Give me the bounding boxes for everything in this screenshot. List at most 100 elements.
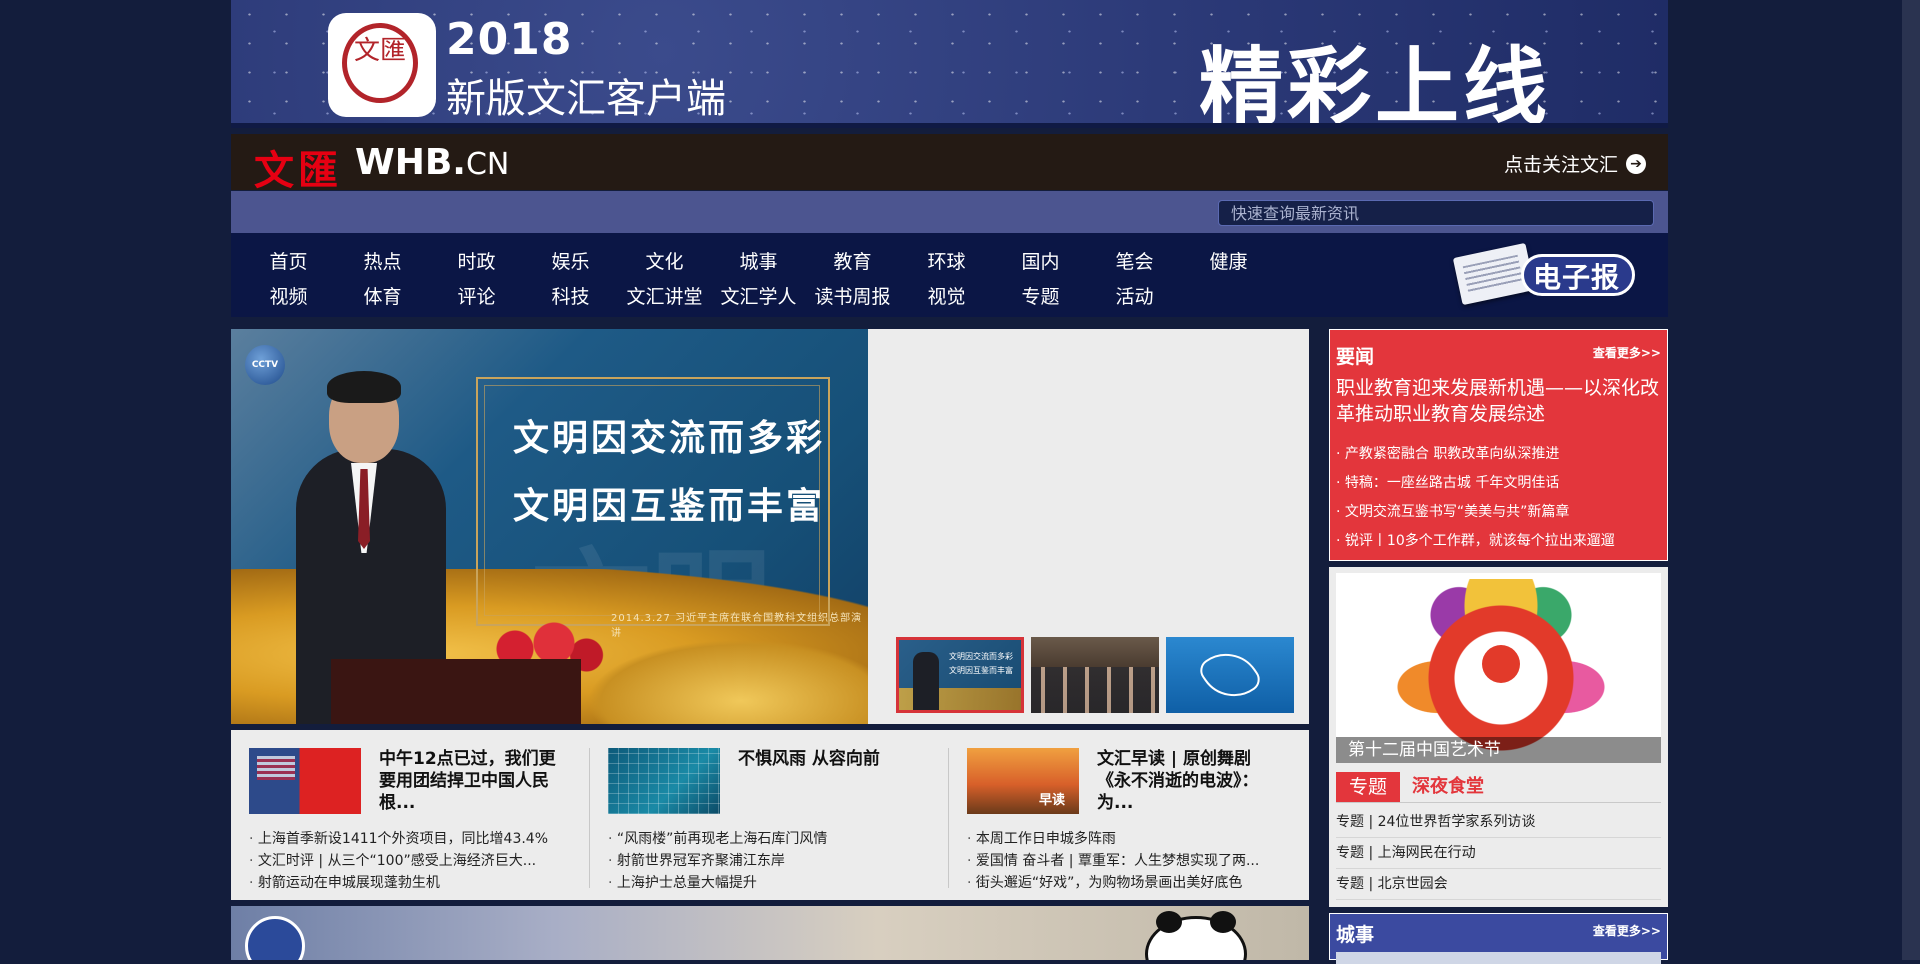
- news-heading: 要闻: [1336, 346, 1375, 368]
- topics-box: 第十二届中国艺术节 专题 深夜食堂 专题 | 24位世界哲学家系列访谈 专题 |…: [1329, 567, 1668, 907]
- list-item[interactable]: 文汇时评 | 从三个“100”感受上海经济巨大...: [249, 850, 579, 872]
- nav-item-events[interactable]: 活动: [1087, 282, 1182, 309]
- nav-item-entertainment[interactable]: 娱乐: [523, 247, 618, 274]
- headline-panel: 中午12点已过，我们更要用团结捍卫中国人民根... 上海首季新设1411个外资项…: [231, 730, 1309, 900]
- headline-title[interactable]: 文汇早读 | 原创舞剧《永不消逝的电波》：为...: [1097, 748, 1282, 814]
- lotus-icon: [1482, 645, 1520, 683]
- news-more-link[interactable]: 查看更多>>: [1593, 344, 1661, 361]
- slide-thumb-2[interactable]: [1031, 637, 1159, 713]
- list-item[interactable]: 射箭世界冠军齐聚浦江东岸: [608, 850, 938, 872]
- hero-line-2: 文明因互鉴而丰富: [513, 485, 826, 527]
- search-input[interactable]: [1218, 200, 1654, 226]
- thumb-crowd: [1031, 667, 1159, 713]
- city-more-link[interactable]: 查看更多>>: [1593, 922, 1661, 939]
- list-item[interactable]: 锐评丨10多个工作群，就该每个拉出来遛遛: [1336, 527, 1615, 556]
- banner-edge: [231, 123, 1668, 128]
- art-festival-image[interactable]: [1336, 573, 1661, 763]
- hero-gold-wave-2: [561, 629, 868, 724]
- follow-label: 点击关注文汇: [1503, 154, 1618, 176]
- headline-column-1: 中午12点已过，我们更要用团结捍卫中国人民根... 上海首季新设1411个外资项…: [249, 748, 579, 898]
- epaper-label: 电子报: [1533, 261, 1621, 294]
- hero-line-1: 文明因交流而多彩: [513, 417, 826, 459]
- nav-item-opinion[interactable]: 评论: [429, 282, 524, 309]
- list-item[interactable]: 特稿：一座丝路古城 千年文明佳话: [1336, 469, 1615, 498]
- list-item[interactable]: 专题 | 24位世界哲学家系列访谈: [1336, 807, 1661, 838]
- podium: [331, 659, 581, 724]
- list-item[interactable]: 街头邂逅“好戏”，为购物场景画出美好底色: [967, 872, 1297, 894]
- headline-title[interactable]: 中午12点已过，我们更要用团结捍卫中国人民根...: [379, 748, 564, 814]
- topic-list: 专题 | 24位世界哲学家系列访谈 专题 | 上海网民在行动 专题 | 北京世园…: [1336, 807, 1661, 900]
- city-news-box: 城事 查看更多>>: [1329, 913, 1668, 964]
- tab-late-night-canteen[interactable]: 深夜食堂: [1412, 772, 1484, 802]
- logo-english[interactable]: WHB.CN: [355, 142, 509, 183]
- morning-read-image[interactable]: [967, 748, 1079, 814]
- nav-item-politics[interactable]: 时政: [429, 247, 524, 274]
- banner-promo: 精彩上线: [1199, 38, 1552, 128]
- expo-banner[interactable]: [231, 906, 1309, 960]
- nav-item-lecture[interactable]: 文汇讲堂: [617, 282, 712, 309]
- app-icon: 文匯: [328, 13, 436, 117]
- festival-caption[interactable]: 第十二届中国艺术节: [1336, 737, 1661, 763]
- nav-item-video[interactable]: 视频: [241, 282, 336, 309]
- list-item[interactable]: 射箭运动在申城展现蓬勃生机: [249, 872, 579, 894]
- nav-item-bihui[interactable]: 笔会: [1087, 247, 1182, 274]
- topic-tabs: 专题 深夜食堂: [1336, 772, 1661, 803]
- wenhui-seal-icon: 文匯: [342, 23, 418, 103]
- thumb-person: [913, 652, 939, 710]
- headline-list: 本周工作日申城多阵雨 爱国情 奋斗者 | 覃重军：人生梦想实现了两... 街头邂…: [967, 828, 1297, 894]
- hero-date: 2014.3.27 习近平主席在联合国教科文组织总部演讲: [611, 613, 863, 639]
- list-item[interactable]: 文明交流互鉴书写“美美与共”新篇章: [1336, 498, 1615, 527]
- slide-thumb-1[interactable]: 文明因交流而多彩 文明因互鉴而丰富: [896, 637, 1024, 713]
- nav-item-city[interactable]: 城事: [711, 247, 806, 274]
- thumb-line-2: 文明因互鉴而丰富: [949, 666, 1013, 675]
- tab-topics[interactable]: 专题: [1336, 772, 1400, 802]
- list-item[interactable]: 专题 | 上海网民在行动: [1336, 838, 1661, 869]
- nav-item-sports[interactable]: 体育: [335, 282, 430, 309]
- telephone-icon: [1195, 639, 1265, 711]
- hero-image[interactable]: 文明 文明因交流而多彩 文明因互鉴而丰富 2014.3.27 习近平主席在联合国…: [231, 329, 868, 724]
- expo-logo-icon: [245, 916, 305, 960]
- nav-item-home[interactable]: 首页: [241, 247, 336, 274]
- cctv-logo-icon: CCTV: [245, 345, 285, 385]
- nav-item-hot[interactable]: 热点: [335, 247, 430, 274]
- app-promo-banner[interactable]: 文匯 2018 新版文汇客户端 精彩上线: [231, 0, 1668, 128]
- nav-item-visual[interactable]: 视觉: [899, 282, 994, 309]
- nav-item-education[interactable]: 教育: [805, 247, 900, 274]
- nav-item-tech[interactable]: 科技: [523, 282, 618, 309]
- follow-link[interactable]: 点击关注文汇 ➔: [1504, 150, 1646, 177]
- logo-en-suffix: CN: [465, 147, 510, 182]
- list-item[interactable]: 本周工作日申城多阵雨: [967, 828, 1297, 850]
- list-item[interactable]: 爱国情 奋斗者 | 覃重军：人生梦想实现了两...: [967, 850, 1297, 872]
- nav-item-world[interactable]: 环球: [899, 247, 994, 274]
- column-divider: [589, 748, 590, 888]
- nav-item-book-weekly[interactable]: 读书周报: [805, 282, 900, 309]
- list-item[interactable]: 专题 | 北京世园会: [1336, 869, 1661, 900]
- nav-item-culture[interactable]: 文化: [617, 247, 712, 274]
- list-item[interactable]: 上海护士总量大幅提升: [608, 872, 938, 894]
- slide-thumb-3[interactable]: [1166, 637, 1294, 713]
- nav-item-scholar[interactable]: 文汇学人: [711, 282, 806, 309]
- nav-item-health[interactable]: 健康: [1181, 247, 1276, 274]
- page-scrollbar[interactable]: [1902, 0, 1920, 960]
- headline-list: “风雨楼”前再现老上海石库门风情 射箭世界冠军齐聚浦江东岸 上海护士总量大幅提升: [608, 828, 938, 894]
- site-header: 文匯 WHB.CN 点击关注文汇 ➔: [231, 134, 1668, 194]
- banner-subtitle: 新版文汇客户端: [446, 76, 726, 122]
- logo-en-main: WHB.: [355, 142, 466, 183]
- epaper-button[interactable]: 电子报: [1452, 242, 1639, 306]
- list-item[interactable]: 上海首季新设1411个外资项目，同比增43.4%: [249, 828, 579, 850]
- arrow-right-icon: ➔: [1626, 153, 1646, 174]
- thumb-line-1: 文明因交流而多彩: [949, 652, 1013, 661]
- us-china-flags-image[interactable]: [249, 748, 361, 814]
- top-news-box: 要闻 查看更多>> 职业教育迎来发展新机遇——以深化改革推动职业教育发展综述 产…: [1329, 329, 1668, 561]
- logo-chinese[interactable]: 文匯: [254, 138, 342, 196]
- hero-slideshow: 文明 文明因交流而多彩 文明因互鉴而丰富 2014.3.27 习近平主席在联合国…: [231, 329, 1309, 724]
- list-item[interactable]: “风雨楼”前再现老上海石库门风情: [608, 828, 938, 850]
- thumb-text: 文明因交流而多彩 文明因互鉴而丰富: [949, 650, 1013, 678]
- news-lead-link[interactable]: 职业教育迎来发展新机遇——以深化改革推动职业教育发展综述: [1336, 375, 1661, 427]
- nav-item-topics[interactable]: 专题: [993, 282, 1088, 309]
- headline-column-3: 文汇早读 | 原创舞剧《永不消逝的电波》：为... 本周工作日申城多阵雨 爱国情…: [967, 748, 1297, 898]
- headline-title[interactable]: 不惧风雨 从容向前: [738, 748, 923, 770]
- list-item[interactable]: 产教紧密融合 职教改革向纵深推进: [1336, 440, 1615, 469]
- nav-item-domestic[interactable]: 国内: [993, 247, 1088, 274]
- stock-chart-image[interactable]: [608, 748, 720, 814]
